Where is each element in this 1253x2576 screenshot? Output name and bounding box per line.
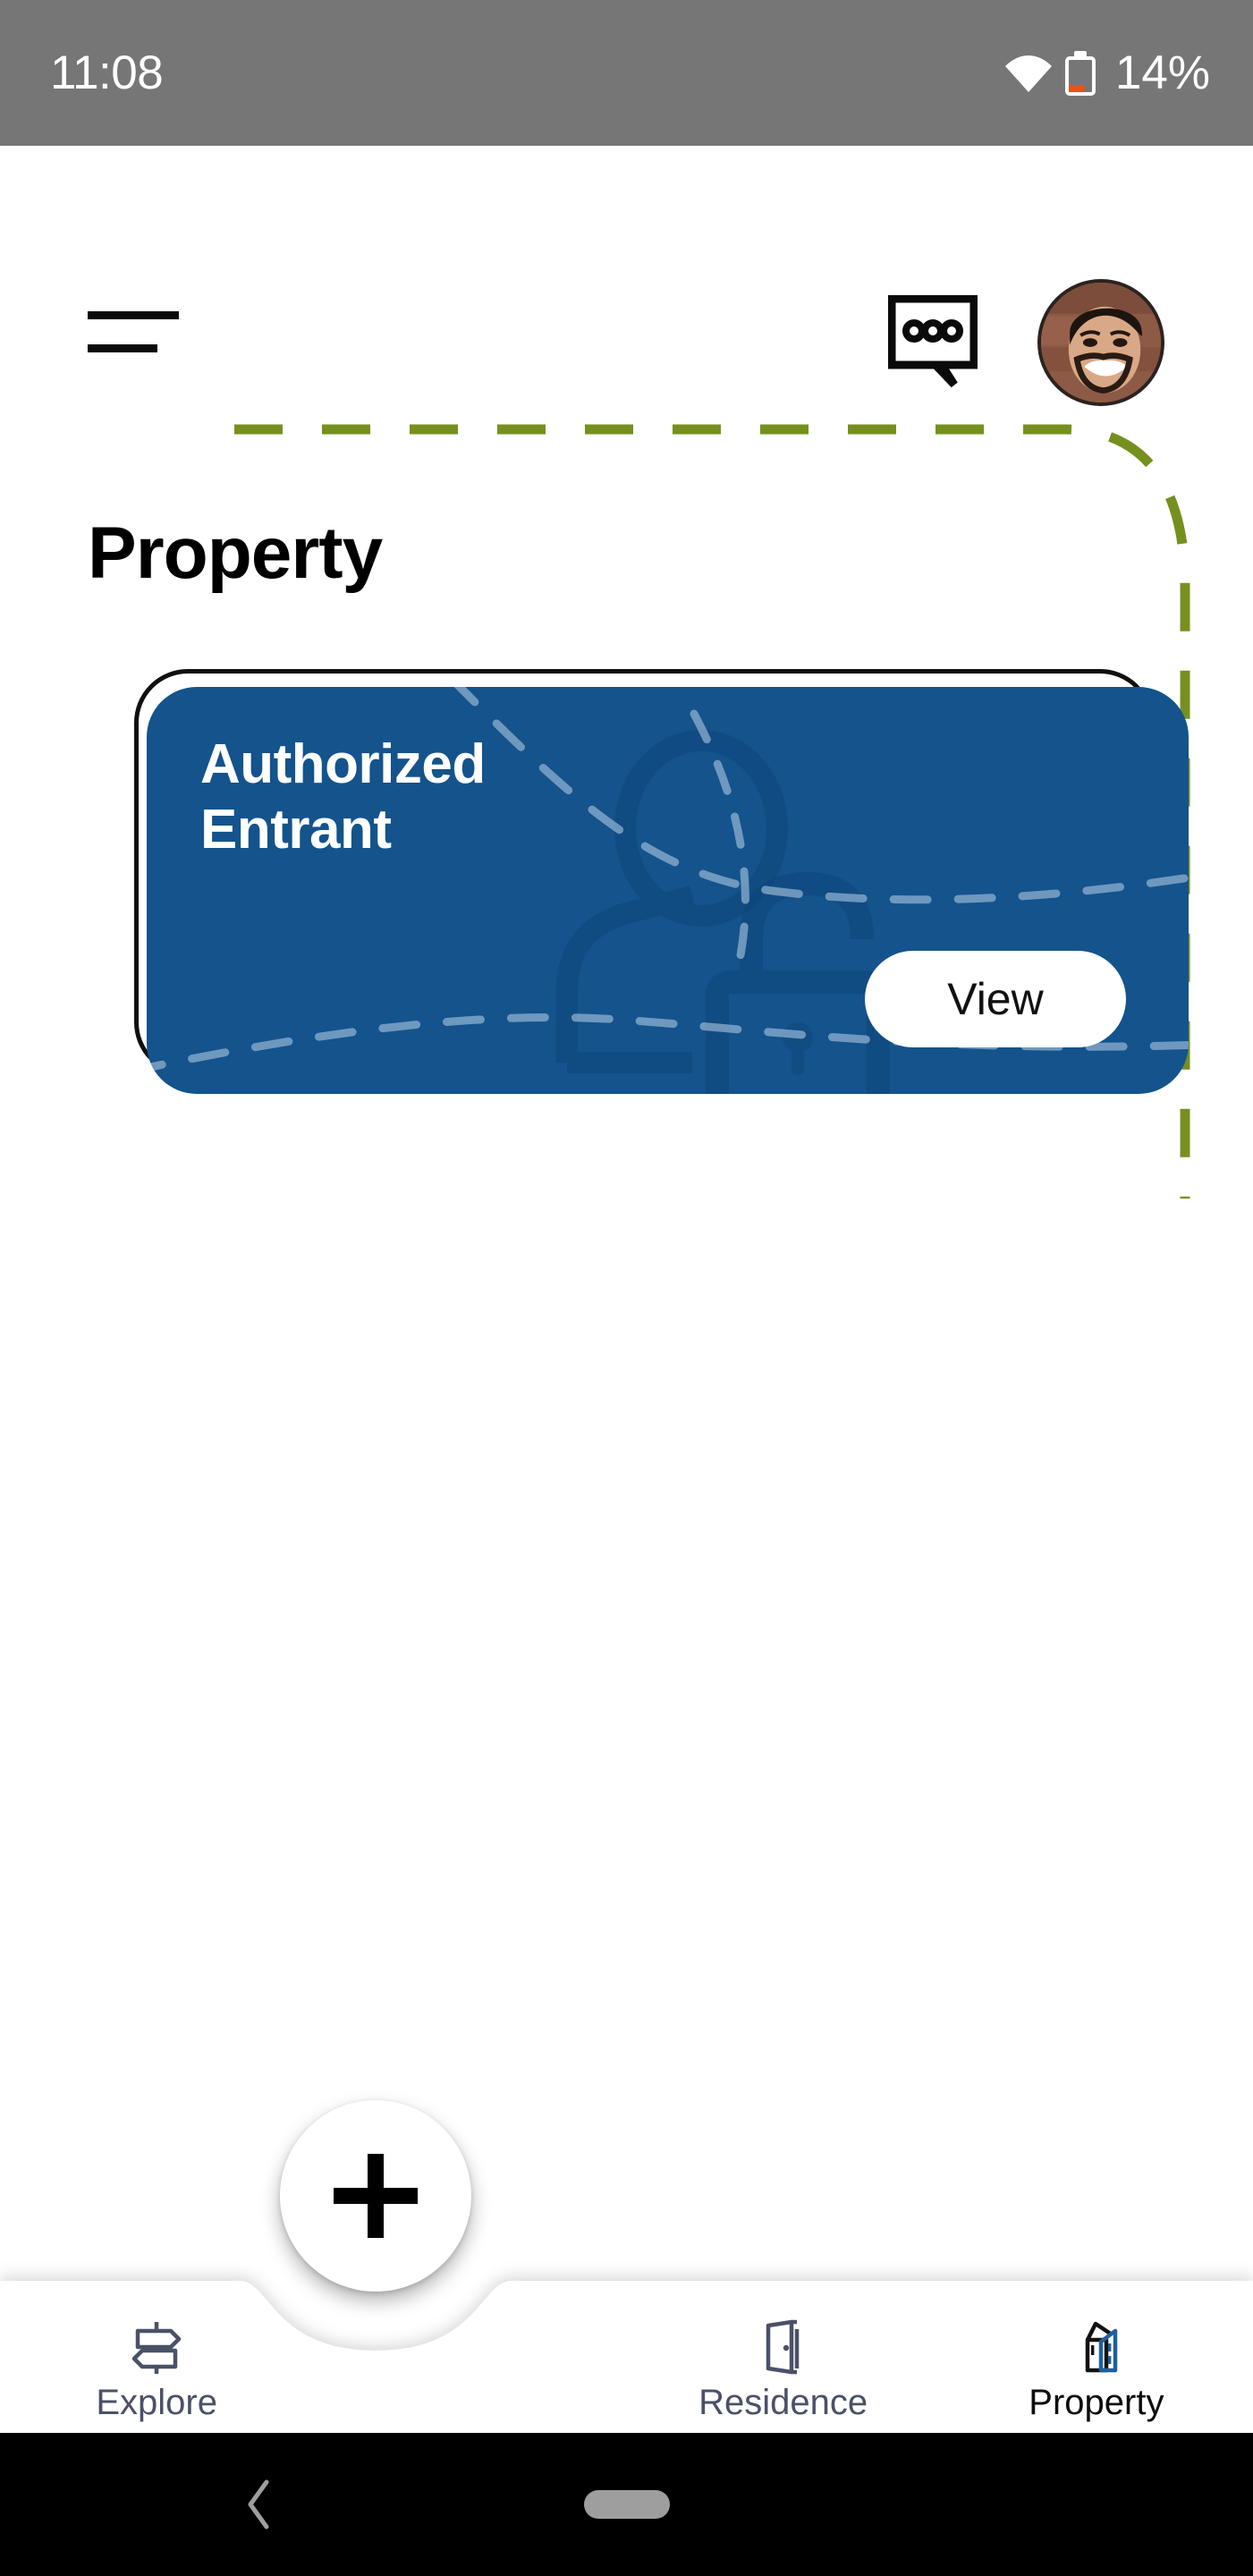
nav-item-explore[interactable]: Explore	[0, 2318, 313, 2433]
status-indicators: 14%	[1004, 49, 1210, 97]
avatar-photo	[1041, 283, 1161, 402]
wifi-icon	[1004, 55, 1052, 92]
phone-screen: 11:08 14% Property Authorized Entrant Vi…	[0, 0, 1253, 2576]
home-pill-icon[interactable]	[583, 2490, 670, 2519]
nav-items: Explore Residence Property	[0, 2261, 1253, 2433]
card-title: Authorized Entrant	[200, 733, 486, 861]
plus-icon	[334, 2154, 418, 2238]
nav-label-residence: Residence	[698, 2383, 868, 2422]
status-clock: 11:08	[50, 47, 164, 99]
add-fab-button[interactable]	[280, 2100, 471, 2292]
hamburger-bar-bottom	[88, 344, 157, 352]
nav-fab-spacer	[313, 2420, 626, 2433]
chevron-left-icon[interactable]	[241, 2479, 277, 2530]
signpost-icon	[131, 2322, 182, 2374]
hamburger-menu-icon[interactable]	[88, 311, 181, 358]
android-navigation-bar	[0, 2433, 1253, 2576]
page-title: Property	[88, 513, 383, 594]
buildings-icon	[1085, 2321, 1118, 2373]
authorized-entrant-card[interactable]: Authorized Entrant View	[147, 687, 1189, 1094]
view-button[interactable]: View	[865, 951, 1126, 1047]
nav-item-property[interactable]: Property	[940, 2318, 1253, 2433]
user-avatar[interactable]	[1037, 279, 1164, 406]
hamburger-bar-top	[88, 311, 179, 319]
status-bar: 11:08 14%	[0, 0, 1253, 146]
battery-percent-label: 14%	[1114, 47, 1210, 99]
open-door-icon	[766, 2319, 799, 2375]
battery-low-icon	[1064, 50, 1096, 96]
nav-item-residence[interactable]: Residence	[627, 2318, 940, 2433]
nav-label-explore: Explore	[96, 2383, 217, 2422]
nav-label-property: Property	[1029, 2383, 1164, 2422]
property-card-wrapper: Authorized Entrant View	[134, 669, 1190, 1106]
bottom-navigation-bar: Explore Residence Property	[0, 2261, 1253, 2433]
chat-bubble-dots-icon[interactable]	[888, 295, 978, 388]
